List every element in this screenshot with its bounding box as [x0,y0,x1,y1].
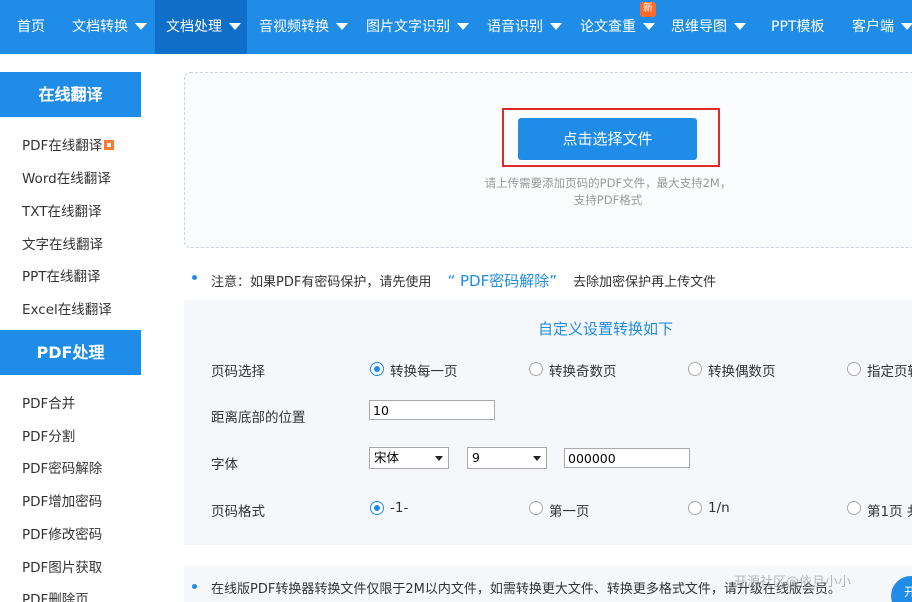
radio-format-page-of-total[interactable] [847,501,861,515]
chevron-down-icon [336,22,348,30]
font-family-select[interactable]: 宋体 [369,447,449,469]
nav-ocr[interactable]: 图片文字识别 [366,0,469,54]
sidebar-header-translate: 在线翻译 [0,72,141,117]
hot-icon [104,140,115,150]
nav-mindmap[interactable]: 思维导图 [671,0,746,54]
font-size-select[interactable]: 9 [467,447,547,469]
pdf-unlock-link[interactable]: “ PDF密码解除” [447,272,557,290]
chevron-down-icon [901,22,912,30]
font-label: 字体 [211,457,238,473]
sidebar-item-word-translate[interactable]: Word在线翻译 [22,167,111,187]
settings-title: 自定义设置转换如下 [538,320,674,338]
upload-hint-line2: 支持PDF格式 [573,193,643,207]
nav-speech[interactable]: 语音识别 [487,0,562,54]
top-nav: 首页 文档转换 文档处理 音视频转换 图片文字识别 语音识别 论文查重 新 思维… [0,0,912,54]
chevron-down-icon [229,22,241,30]
sidebar-item-pdf-unlock[interactable]: PDF密码解除 [22,457,102,477]
radio-format-dash[interactable] [370,501,384,515]
upload-hint-line1: 请上传需要添加页码的PDF文件，最大支持2M， [484,176,732,190]
radio-odd-pages[interactable] [529,362,543,376]
chevron-down-icon [135,22,147,30]
chevron-down-icon [734,22,746,30]
chevron-down-icon [643,22,655,30]
sidebar-header-pdf: PDF处理 [0,330,141,375]
font-color-input[interactable] [564,448,690,468]
sidebar-item-pdf-split[interactable]: PDF分割 [22,425,75,445]
radio-even-pages-label: 转换偶数页 [708,364,776,380]
page-format-label: 页码格式 [211,504,265,520]
sidebar-item-ppt-translate[interactable]: PPT在线翻译 [22,265,101,285]
nav-ppt-template[interactable]: PPT模板 [771,0,824,54]
nav-doc-convert[interactable]: 文档转换 [72,0,147,54]
sidebar-item-txt-translate[interactable]: TXT在线翻译 [22,200,102,220]
radio-format-fraction-label: 1/n [708,500,730,516]
page-select-label: 页码选择 [211,364,265,380]
sidebar-item-pdf-delete-page[interactable]: PDF删除页 [22,588,89,602]
radio-format-fraction[interactable] [688,501,702,515]
nav-doc-process[interactable]: 文档处理 [155,0,247,54]
new-badge: 新 [640,2,656,17]
bottom-position-input[interactable] [369,400,495,420]
nav-av-convert[interactable]: 音视频转换 [259,0,348,54]
sidebar: 在线翻译 PDF在线翻译 Word在线翻译 TXT在线翻译 文字在线翻译 PPT… [0,54,141,602]
sidebar-item-excel-translate[interactable]: Excel在线翻译 [22,298,112,318]
bottom-position-label: 距离底部的位置 [211,410,306,426]
sidebar-item-pdf-change-password[interactable]: PDF修改密码 [22,523,102,543]
sidebar-item-pdf-translate[interactable]: PDF在线翻译 [22,134,115,154]
chevron-down-icon [457,22,469,30]
sidebar-item-pdf-add-password[interactable]: PDF增加密码 [22,490,102,510]
sidebar-item-pdf-merge[interactable]: PDF合并 [22,392,75,412]
radio-specific-pages-label: 指定页转 [867,364,912,380]
nav-home[interactable]: 首页 [17,0,45,54]
password-note: 注意：如果PDF有密码保护，请先使用 “ PDF密码解除” 去除加密保护再上传文… [211,272,717,290]
radio-every-page[interactable] [370,362,384,376]
chevron-down-icon [435,456,443,461]
bullet-icon [192,275,197,280]
radio-every-page-label: 转换每一页 [390,364,458,380]
radio-format-dash-label: -1- [390,500,409,516]
select-file-button[interactable]: 点击选择文件 [518,118,697,160]
radio-format-chinese-label: 第一页 [549,504,590,520]
chevron-down-icon [533,456,541,461]
chevron-down-icon [550,22,562,30]
watermark: 开源社区@依旦小小 [734,575,852,590]
sidebar-item-pdf-extract-images[interactable]: PDF图片获取 [22,556,102,576]
sidebar-item-text-translate[interactable]: 文字在线翻译 [22,233,103,253]
radio-specific-pages[interactable] [847,362,861,376]
radio-odd-pages-label: 转换奇数页 [549,364,617,380]
radio-format-chinese[interactable] [529,501,543,515]
nav-client[interactable]: 客户端 [852,0,912,54]
bullet-icon [192,584,197,589]
radio-format-page-of-total-label: 第1页 共 [867,504,912,520]
radio-even-pages[interactable] [688,362,702,376]
